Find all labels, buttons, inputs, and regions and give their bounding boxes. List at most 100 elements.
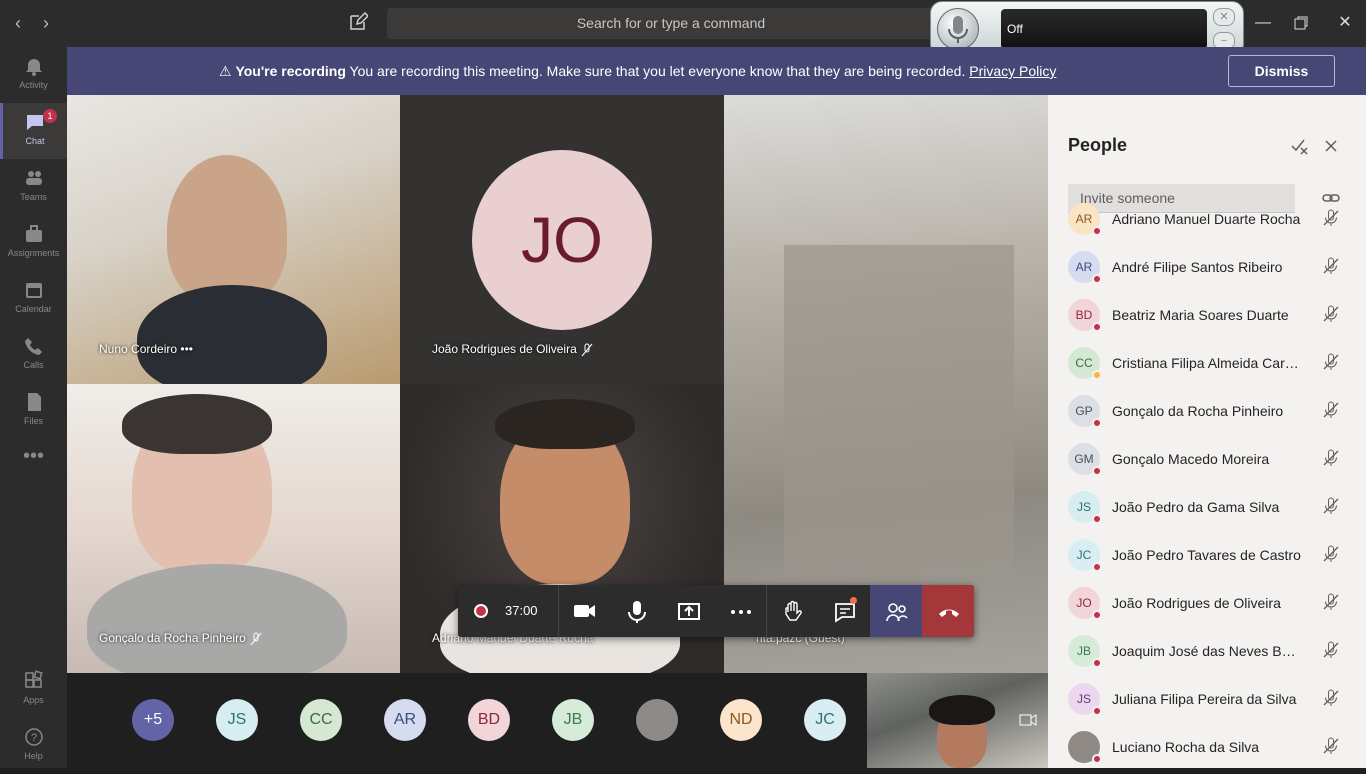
rail-teams[interactable]: Teams [0,159,67,215]
more-apps-icon[interactable]: ••• [0,445,67,501]
more-options-icon[interactable]: ••• [180,342,193,356]
participant-row[interactable]: BD Beatriz Maria Soares Duarte [1048,299,1366,347]
close-window-icon[interactable]: ✕ [1330,8,1360,38]
forward-arrow-icon[interactable]: › [36,12,56,34]
participant-row[interactable]: GP Gonçalo da Rocha Pinheiro [1048,395,1366,443]
dictation-status: Off [1001,9,1207,49]
share-button[interactable] [662,585,714,637]
mic-button[interactable] [610,585,662,637]
warning-icon: ⚠ [219,63,232,79]
more-icon [731,610,751,614]
overflow-participants[interactable]: +5 [132,699,174,741]
svg-text:?: ? [30,732,36,744]
share-screen-icon [678,603,700,620]
rail-files[interactable]: Files [0,383,67,439]
tile-name: Nuno Cordeiro ••• [99,342,193,356]
camera-button[interactable] [558,585,610,637]
briefcase-icon [25,225,42,242]
muted-mic-icon[interactable] [1322,593,1340,611]
participant-name: João Rodrigues de Oliveira [1112,595,1281,611]
roster-avatar[interactable]: JB [552,699,594,741]
video-tile-goncalo[interactable]: Gonçalo da Rocha Pinheiro [67,384,400,673]
muted-mic-icon[interactable] [1322,737,1340,755]
muted-mic-icon[interactable] [1322,449,1340,467]
close-pane-icon[interactable] [1321,136,1341,156]
rail-calls[interactable]: Calls [0,327,67,383]
rail-label: Calls [23,360,44,370]
raise-hand-icon [785,600,802,621]
teams-icon [25,171,42,185]
participant-name: Joaquim José das Neves Baptista [1112,643,1302,659]
participant-hair [122,394,272,454]
participant-list: AR Adriano Manuel Duarte Rocha AR André Fil… [1048,203,1366,768]
video-tile-joao[interactable]: JO João Rodrigues de Oliveira [400,95,724,384]
muted-mic-icon[interactable] [1322,497,1340,515]
participants-button[interactable] [870,585,922,637]
recording-text: You are recording this meeting. Make sur… [349,63,966,79]
presence-icon [1092,706,1102,716]
roster-avatar[interactable]: AR [384,699,426,741]
muted-mic-icon[interactable] [1322,305,1340,323]
participant-name: André Filipe Santos Ribeiro [1112,259,1283,275]
video-tile-nuno[interactable]: Nuno Cordeiro ••• [67,95,400,384]
dictation-mic-icon[interactable] [937,8,979,50]
participant-row[interactable]: AR Adriano Manuel Duarte Rocha [1048,203,1366,251]
rail-assignments[interactable]: Assignments [0,215,67,271]
dismiss-button[interactable]: Dismiss [1228,55,1335,87]
participant-row[interactable]: JB Joaquim José das Neves Baptista [1048,635,1366,683]
hang-up-button[interactable] [922,585,974,637]
roster-avatar[interactable]: BD [468,699,510,741]
participant-row[interactable]: Luciano Rocha da Silva [1048,731,1366,768]
pane-title: People [1068,135,1128,155]
more-actions-button[interactable] [714,585,766,637]
roster-avatar[interactable]: ND [720,699,762,741]
recording-indicator[interactable]: 37:00 [458,585,558,637]
muted-mic-icon[interactable] [1322,689,1340,707]
roster-avatar[interactable]: JS [216,699,258,741]
participant-row[interactable]: JS Juliana Filipa Pereira da Silva [1048,683,1366,731]
tile-name: João Rodrigues de Oliveira [432,342,594,357]
privacy-policy-link[interactable]: Privacy Policy [969,63,1056,79]
muted-mic-icon[interactable] [1322,641,1340,659]
participant-row[interactable]: AR André Filipe Santos Ribeiro [1048,251,1366,299]
participant-row[interactable]: JC João Pedro Tavares de Castro [1048,539,1366,587]
participant-name: Cristiana Filipa Almeida Carvalho [1112,355,1302,371]
presence-icon [1092,658,1102,668]
search-input[interactable]: Search for or type a command [387,8,955,39]
maximize-icon[interactable] [1286,8,1316,38]
participant-name: Luciano Rocha da Silva [1112,739,1260,755]
participant-row[interactable]: JS João Pedro da Gama Silva [1048,491,1366,539]
roster-avatar[interactable] [636,699,678,741]
participant-row[interactable]: JO João Rodrigues de Oliveira [1048,587,1366,635]
wall-object [784,245,1014,575]
minimize-icon[interactable]: — [1248,8,1278,38]
rail-help[interactable]: ? Help [0,718,67,774]
mute-all-icon[interactable] [1289,136,1309,156]
self-view[interactable] [867,673,1048,768]
call-controls: 37:00 [458,585,974,637]
muted-mic-icon[interactable] [1322,545,1340,563]
raise-hand-button[interactable] [766,585,818,637]
compose-icon[interactable] [348,11,370,34]
roster-avatar[interactable]: CC [300,699,342,741]
rail-apps[interactable]: Apps [0,662,67,718]
widget-close-icon[interactable]: ✕ [1213,8,1235,26]
presence-icon [1092,274,1102,284]
muted-mic-icon[interactable] [1322,401,1340,419]
participant-row[interactable]: GM Gonçalo Macedo Moreira [1048,443,1366,491]
muted-mic-icon[interactable] [1322,353,1340,371]
back-arrow-icon[interactable]: ‹ [8,12,28,34]
conversation-button[interactable] [818,585,870,637]
rail-activity[interactable]: Activity [0,47,67,103]
participant-shirt [87,564,347,673]
avatar: JO [472,150,652,330]
file-icon [27,393,41,411]
rail-chat[interactable]: 1 Chat [0,103,67,159]
roster-avatar[interactable]: JC [804,699,846,741]
rail-calendar[interactable]: Calendar [0,271,67,327]
muted-mic-icon[interactable] [1322,209,1340,227]
participant-name: João Pedro da Gama Silva [1112,499,1280,515]
muted-mic-icon[interactable] [1322,257,1340,275]
participant-name: Gonçalo da Rocha Pinheiro [1112,403,1284,419]
participant-row[interactable]: CC Cristiana Filipa Almeida Carvalho [1048,347,1366,395]
